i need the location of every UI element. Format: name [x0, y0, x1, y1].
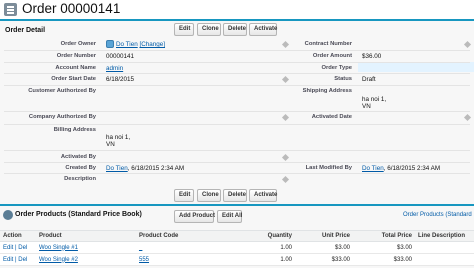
- order-products-table: Action Product Product Code Quantity Uni…: [0, 230, 474, 266]
- row-action-separator: |: [15, 256, 17, 263]
- label-description: Description: [64, 176, 96, 182]
- order-number-value: 00000141: [106, 53, 135, 60]
- label-company-authorized-by: Company Authorized By: [28, 114, 96, 120]
- column-header: Product: [36, 230, 136, 242]
- table-row: Edit | Del Woo Single #2 555 1.00 $33.00…: [0, 253, 474, 266]
- edit-all-button[interactable]: Edit All: [217, 210, 242, 223]
- row-divider: [4, 173, 470, 174]
- activate-button[interactable]: Activate: [249, 23, 277, 36]
- label-customer-authorized-by: Customer Authorized By: [28, 88, 96, 94]
- label-order-amount: Order Amount: [312, 53, 352, 59]
- table-header-row: Action Product Product Code Quantity Uni…: [0, 230, 474, 242]
- quantity-cell: 1.00: [246, 253, 295, 266]
- label-status: Status: [334, 76, 352, 82]
- edit-pencil-icon[interactable]: [281, 75, 290, 84]
- label-order-start-date: Order Start Date: [51, 76, 96, 82]
- product-code: _: [139, 244, 143, 251]
- unit-price-cell: $33.00: [295, 253, 353, 266]
- order-icon: [4, 3, 17, 16]
- row-divider: [4, 124, 470, 125]
- quantity-cell: 1.00: [246, 241, 295, 254]
- edit-pencil-icon[interactable]: [281, 113, 290, 122]
- label-contract-number: Contract Number: [304, 41, 352, 47]
- billing-address-line1: ha noi 1,: [106, 134, 131, 141]
- row-divider: [4, 111, 470, 112]
- clone-button[interactable]: Clone: [197, 23, 221, 36]
- order-detail-section: Order Detail Edit Clone Delete Activate …: [0, 19, 474, 204]
- related-list-help-link[interactable]: Order Products (Standard: [403, 212, 472, 218]
- row-delete-link[interactable]: Del: [18, 245, 27, 251]
- line-description-cell: [415, 253, 474, 266]
- clone-button-bottom[interactable]: Clone: [197, 189, 221, 202]
- edit-button[interactable]: Edit: [174, 23, 194, 36]
- product-code: 555: [139, 256, 150, 263]
- row-divider: [4, 73, 470, 74]
- order-owner-link[interactable]: Do Tien: [116, 41, 138, 48]
- edit-pencil-icon[interactable]: [463, 40, 472, 49]
- status-value: Draft: [362, 76, 376, 83]
- order-start-date-value: 6/18/2015: [106, 76, 135, 83]
- label-billing-address: Billing Address: [53, 127, 96, 133]
- edit-pencil-icon[interactable]: [463, 113, 472, 122]
- product-link[interactable]: Woo Single #1: [39, 245, 78, 251]
- page-header: Order 00000141: [0, 0, 474, 20]
- edit-pencil-icon[interactable]: [281, 40, 290, 49]
- row-edit-link[interactable]: Edit: [3, 257, 13, 263]
- created-by-date: , 6/18/2015 2:34 AM: [127, 165, 185, 172]
- line-description-cell: [415, 241, 474, 254]
- column-header: Quantity: [246, 230, 295, 242]
- column-header: Line Description: [415, 230, 474, 242]
- add-product-button[interactable]: Add Product: [174, 210, 215, 223]
- column-header: Unit Price: [295, 230, 353, 242]
- products-icon: [3, 210, 13, 220]
- last-modified-by-link[interactable]: Do Tien: [362, 165, 384, 172]
- order-products-related-list: Order Products (Standard Price Book) Add…: [0, 204, 474, 268]
- order-amount-value: $36.00: [362, 53, 382, 60]
- user-icon: [106, 40, 114, 48]
- shipping-address-line1: ha noi 1,: [362, 96, 387, 103]
- order-type-field[interactable]: [358, 62, 474, 72]
- shipping-address-line2: VN: [362, 103, 371, 110]
- label-order-owner: Order Owner: [60, 41, 96, 47]
- row-action-separator: |: [15, 244, 17, 251]
- column-header: Product Code: [136, 230, 246, 242]
- edit-pencil-icon[interactable]: [281, 153, 290, 162]
- total-price-cell: $33.00: [353, 253, 415, 266]
- product-link[interactable]: Woo Single #2: [39, 257, 78, 263]
- total-price-cell: $3.00: [353, 241, 415, 254]
- row-edit-link[interactable]: Edit: [3, 245, 13, 251]
- label-order-number: Order Number: [56, 53, 96, 59]
- label-order-type: Order Type: [321, 65, 353, 71]
- table-row: Edit | Del Woo Single #1 _ 1.00 $3.00 $3…: [0, 241, 474, 254]
- label-shipping-address: Shipping Address: [302, 88, 352, 94]
- edit-pencil-icon[interactable]: [281, 175, 290, 184]
- label-last-modified-by: Last Modified By: [305, 165, 352, 171]
- row-divider: [4, 50, 470, 51]
- last-modified-date: , 6/18/2015 2:34 AM: [383, 165, 441, 172]
- label-account-name: Account Name: [55, 65, 96, 71]
- unit-price-cell: $3.00: [295, 241, 353, 254]
- billing-address-line2: VN: [106, 141, 115, 148]
- page-title: Order 00000141: [22, 1, 121, 16]
- label-activated-by: Activated By: [60, 154, 96, 160]
- activate-button-bottom[interactable]: Activate: [249, 189, 277, 202]
- section-title: Order Detail: [5, 27, 46, 34]
- related-list-title: Order Products (Standard Price Book): [15, 211, 142, 218]
- row-divider: [4, 85, 470, 86]
- label-created-by: Created By: [65, 165, 96, 171]
- delete-button-bottom[interactable]: Delete: [223, 189, 247, 202]
- created-by-link[interactable]: Do Tien: [106, 165, 128, 172]
- column-header: Total Price: [353, 230, 415, 242]
- row-delete-link[interactable]: Del: [18, 257, 27, 263]
- row-divider: [4, 150, 470, 151]
- label-activated-date: Activated Date: [311, 114, 352, 120]
- edit-button-bottom[interactable]: Edit: [174, 189, 194, 202]
- row-divider: [4, 162, 470, 163]
- column-header: Action: [0, 230, 36, 242]
- account-name-link[interactable]: admin: [106, 65, 123, 72]
- row-divider: [4, 62, 470, 63]
- delete-button[interactable]: Delete: [223, 23, 247, 36]
- change-owner-link[interactable]: [Change]: [139, 41, 165, 48]
